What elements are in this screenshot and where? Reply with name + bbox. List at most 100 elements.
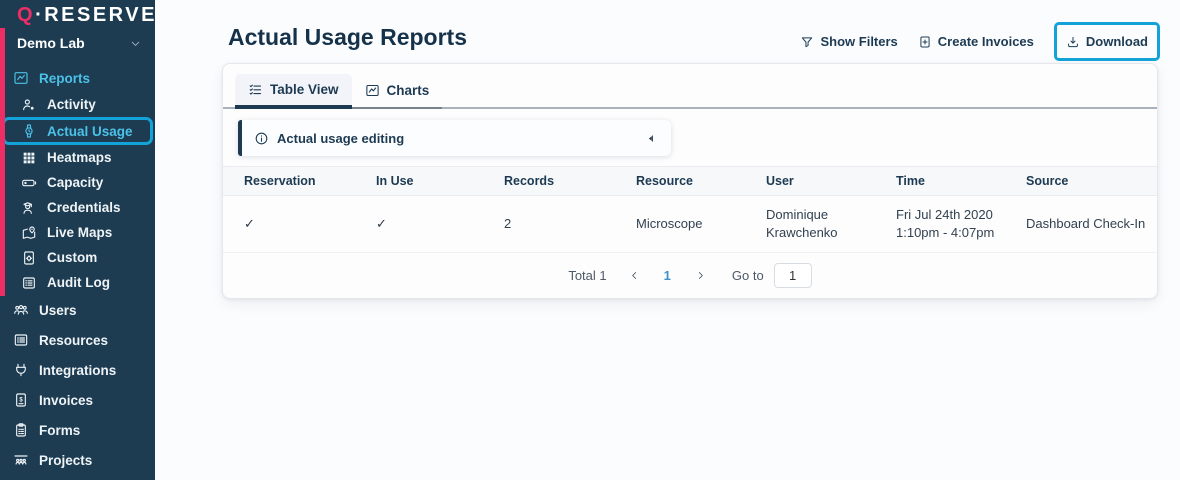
- show-filters-button[interactable]: Show Filters: [800, 34, 897, 49]
- sidebar-item-integrations[interactable]: Integrations: [0, 355, 155, 385]
- active-section-indicator: [0, 28, 5, 296]
- col-source: Source: [1005, 167, 1157, 196]
- create-invoice-icon: [918, 35, 932, 49]
- sidebar-item-label: Credentials: [47, 200, 121, 215]
- download-icon: [1066, 35, 1080, 49]
- sidebar-item-label: Forms: [39, 423, 80, 438]
- create-invoices-button[interactable]: Create Invoices: [918, 34, 1034, 49]
- button-label: Create Invoices: [938, 34, 1034, 49]
- sidebar-item-label: Users: [39, 303, 77, 318]
- goto-page-input[interactable]: [774, 263, 812, 288]
- page-number[interactable]: 1: [646, 268, 689, 283]
- sidebar-item-label: Capacity: [47, 175, 103, 190]
- pagination: Total 1 1 Go to: [223, 263, 1157, 288]
- col-user: User: [745, 167, 875, 196]
- tab-table-view[interactable]: Table View: [235, 74, 352, 109]
- banner-collapse-button[interactable]: [642, 130, 659, 147]
- sidebar-item-label: Resources: [39, 333, 108, 348]
- main-content: Actual Usage Reports Show Filters Create…: [155, 0, 1180, 480]
- sidebar-item-forms[interactable]: Forms: [0, 415, 155, 445]
- usage-table: Reservation In Use Records Resource User…: [223, 166, 1157, 253]
- watch-icon: [21, 123, 37, 139]
- sidebar-item-label: Projects: [39, 453, 92, 468]
- sidebar-item-audit-log[interactable]: Audit Log: [0, 270, 155, 295]
- sidebar-item-label: Invoices: [39, 393, 93, 408]
- sidebar-item-custom[interactable]: Custom: [0, 245, 155, 270]
- sidebar-item-reports[interactable]: Reports: [0, 64, 155, 92]
- next-page-button[interactable]: [689, 268, 712, 283]
- list-rows-icon: [13, 332, 29, 348]
- tab-charts[interactable]: Charts: [352, 74, 443, 109]
- goto-label: Go to: [732, 268, 764, 283]
- reservation-check-icon: ✓: [244, 216, 255, 231]
- graduate-icon: [21, 200, 37, 216]
- button-label: Download: [1086, 34, 1148, 49]
- sidebar-item-users[interactable]: Users: [0, 295, 155, 325]
- app-logo[interactable]: Q·RESERVE: [0, 0, 155, 30]
- cell-resource: Microscope: [615, 196, 745, 253]
- time-range: 1:10pm - 4:07pm: [896, 225, 994, 240]
- team-icon: [13, 452, 29, 468]
- line-chart-icon: [365, 83, 380, 98]
- previous-page-button[interactable]: [623, 268, 646, 283]
- sidebar-item-capacity[interactable]: Capacity: [0, 170, 155, 195]
- users-icon: [13, 302, 29, 318]
- sidebar: Q·RESERVE Demo Lab Reports Activity Actu…: [0, 0, 155, 480]
- tab-label: Charts: [387, 83, 430, 98]
- download-highlight-box: Download: [1054, 22, 1160, 61]
- sidebar-item-label: Actual Usage: [47, 124, 133, 139]
- cell-time: Fri Jul 24th 2020 1:10pm - 4:07pm: [875, 196, 1005, 253]
- col-time: Time: [875, 167, 1005, 196]
- sidebar-item-label: Heatmaps: [47, 150, 112, 165]
- actual-usage-editing-banner: Actual usage editing: [238, 120, 671, 156]
- button-label: Show Filters: [820, 34, 897, 49]
- map-pin-icon: [21, 225, 37, 241]
- sidebar-item-credentials[interactable]: Credentials: [0, 195, 155, 220]
- download-button[interactable]: Download: [1066, 34, 1148, 49]
- sidebar-item-label: Custom: [47, 250, 97, 265]
- page-title: Actual Usage Reports: [228, 24, 467, 51]
- header-actions: Show Filters Create Invoices Download: [800, 22, 1160, 61]
- sidebar-item-label: Audit Log: [47, 275, 110, 290]
- battery-icon: [21, 175, 37, 191]
- chevron-left-icon: [629, 270, 640, 281]
- chevron-down-icon: [129, 37, 142, 50]
- filter-icon: [800, 35, 814, 49]
- col-in-use: In Use: [355, 167, 483, 196]
- banner-text: Actual usage editing: [277, 131, 404, 146]
- sidebar-nav: Reports Activity Actual Usage Heatmaps C…: [0, 64, 155, 475]
- col-resource: Resource: [615, 167, 745, 196]
- col-records: Records: [483, 167, 615, 196]
- time-date: Fri Jul 24th 2020: [896, 207, 993, 222]
- plug-icon: [13, 362, 29, 378]
- cell-user: Dominique Krawchenko: [745, 196, 875, 253]
- svg-text:$: $: [19, 398, 23, 404]
- sidebar-item-actual-usage[interactable]: Actual Usage: [2, 117, 153, 145]
- sidebar-item-invoices[interactable]: $ Invoices: [0, 385, 155, 415]
- col-reservation: Reservation: [223, 167, 355, 196]
- report-card: Table View Charts Actual usage editing R…: [222, 63, 1158, 299]
- activity-user-icon: [21, 97, 37, 113]
- in-use-check-icon: ✓: [376, 216, 387, 231]
- logo-rest: ·RESERVE: [35, 4, 157, 27]
- sidebar-item-heatmaps[interactable]: Heatmaps: [0, 145, 155, 170]
- chevron-right-icon: [695, 270, 706, 281]
- sidebar-item-projects[interactable]: Projects: [0, 445, 155, 475]
- sidebar-item-resources[interactable]: Resources: [0, 325, 155, 355]
- collapse-left-icon: [644, 132, 657, 145]
- sidebar-item-label: Live Maps: [47, 225, 112, 240]
- lab-selector[interactable]: Demo Lab: [0, 30, 155, 56]
- list-check-icon: [248, 82, 263, 97]
- pagination-total: Total 1: [568, 268, 606, 283]
- sidebar-item-activity[interactable]: Activity: [0, 92, 155, 117]
- clipboard-icon: [13, 422, 29, 438]
- cell-records: 2: [483, 196, 615, 253]
- tab-label: Table View: [270, 82, 339, 97]
- tab-bar: Table View Charts: [223, 64, 1157, 109]
- cell-source: Dashboard Check-In: [1005, 196, 1157, 253]
- document-gear-icon: [21, 250, 37, 266]
- lab-name: Demo Lab: [17, 35, 85, 51]
- logo-q: Q: [17, 4, 35, 27]
- line-chart-icon: [13, 70, 29, 86]
- sidebar-item-live-maps[interactable]: Live Maps: [0, 220, 155, 245]
